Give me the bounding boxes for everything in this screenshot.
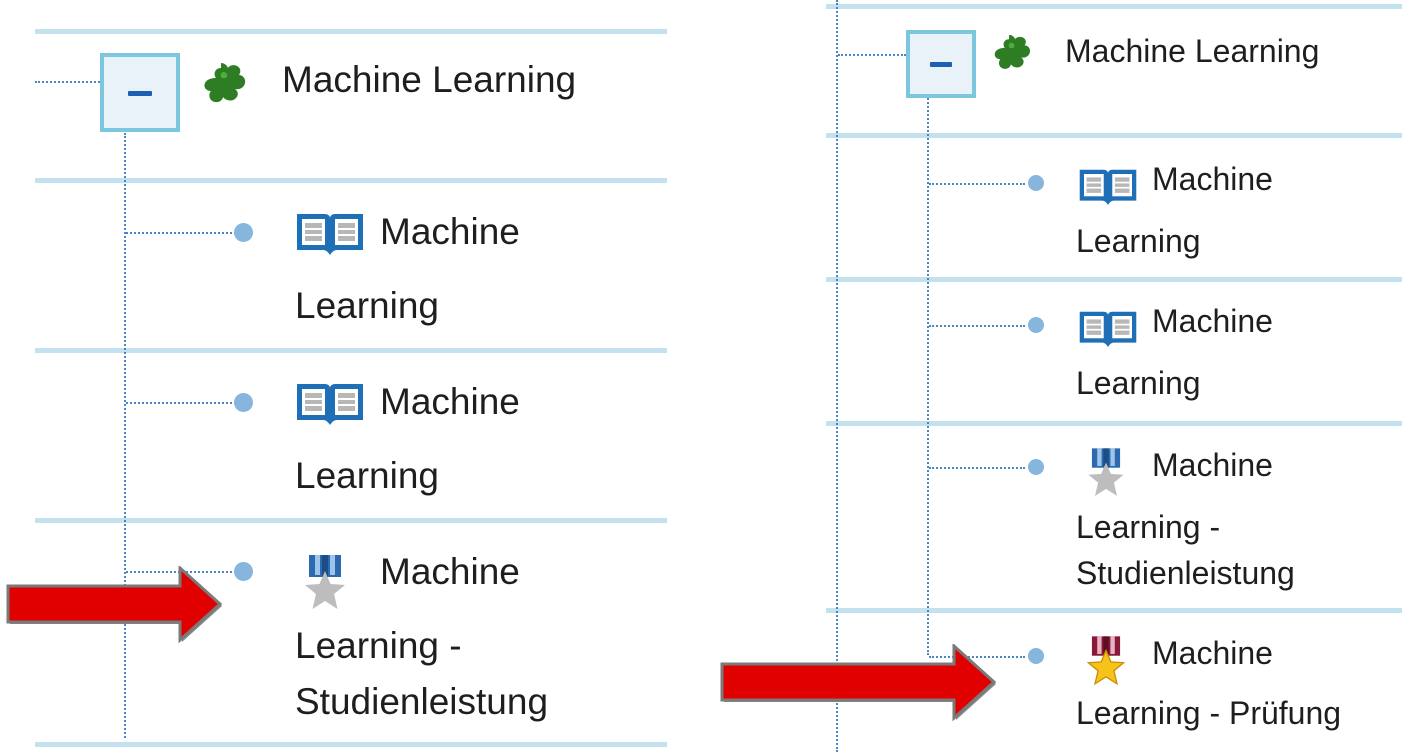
tree-node-bullet	[234, 562, 253, 581]
annotation-arrow	[720, 644, 997, 722]
book-icon	[295, 378, 365, 428]
book-icon	[295, 208, 365, 258]
tree-connector	[836, 0, 838, 752]
tree-node-label-cont[interactable]: Learning	[295, 284, 439, 328]
tree-node-bullet	[1028, 175, 1044, 191]
row-divider	[35, 178, 667, 183]
tree-node-bullet	[234, 223, 253, 242]
right-tree-panel: Machine Learning Machine Learning Machin…	[700, 0, 1402, 752]
tree-node-root-label[interactable]: Machine Learning	[282, 58, 576, 102]
puzzle-icon	[990, 32, 1042, 76]
tree-connector	[929, 467, 1025, 469]
row-divider	[826, 421, 1402, 426]
tree-node-label[interactable]: Machine	[1152, 160, 1273, 198]
row-divider	[35, 348, 667, 353]
row-divider	[826, 133, 1402, 138]
tree-node-root-label[interactable]: Machine Learning	[1065, 32, 1319, 70]
left-tree-panel: Machine Learning Machine Learning Machin…	[0, 0, 670, 752]
tree-node-bullet	[1028, 317, 1044, 333]
tree-node-label-cont[interactable]: Learning -	[1076, 508, 1220, 546]
tree-connector	[929, 183, 1025, 185]
book-icon	[1078, 306, 1138, 350]
tree-node-bullet	[1028, 459, 1044, 475]
tree-node-label[interactable]: Machine	[380, 550, 520, 594]
tree-node-label[interactable]: Machine	[1152, 302, 1273, 340]
collapse-toggle-button[interactable]	[906, 30, 976, 98]
tree-node-label[interactable]: Machine	[380, 210, 520, 254]
row-divider	[35, 29, 667, 34]
row-divider	[35, 518, 667, 523]
medal-silver-icon	[300, 552, 350, 614]
tree-connector	[35, 81, 100, 83]
tree-node-label[interactable]: Machine	[1152, 446, 1273, 484]
tree-node-label-cont[interactable]: Learning -	[295, 624, 462, 668]
puzzle-icon	[198, 60, 260, 110]
tree-node-label-cont[interactable]: Studienleistung	[295, 680, 548, 724]
row-divider	[35, 742, 667, 747]
tree-node-label-cont[interactable]: Learning	[1076, 364, 1201, 402]
row-divider	[826, 4, 1402, 9]
tree-node-label-cont[interactable]: Studienleistung	[1076, 554, 1295, 592]
tree-node-label-cont[interactable]: Learning	[1076, 222, 1201, 260]
tree-node-bullet	[234, 393, 253, 412]
medal-silver-icon	[1084, 446, 1128, 500]
tree-connector	[838, 54, 906, 56]
tree-node-bullet	[1028, 648, 1044, 664]
tree-connector	[126, 232, 236, 234]
collapse-toggle-button[interactable]	[100, 53, 180, 132]
tree-node-label-cont[interactable]: Learning	[295, 454, 439, 498]
tree-node-label[interactable]: Machine	[380, 380, 520, 424]
book-icon	[1078, 164, 1138, 208]
annotation-arrow	[6, 566, 223, 644]
tree-connector	[929, 325, 1025, 327]
row-divider	[826, 608, 1402, 613]
tree-connector	[126, 402, 236, 404]
medal-gold-icon	[1084, 634, 1128, 688]
tree-node-label[interactable]: Machine	[1152, 634, 1273, 672]
tree-connector	[927, 95, 929, 655]
tree-node-label-cont[interactable]: Learning - Prüfung	[1076, 694, 1341, 732]
row-divider	[826, 277, 1402, 282]
